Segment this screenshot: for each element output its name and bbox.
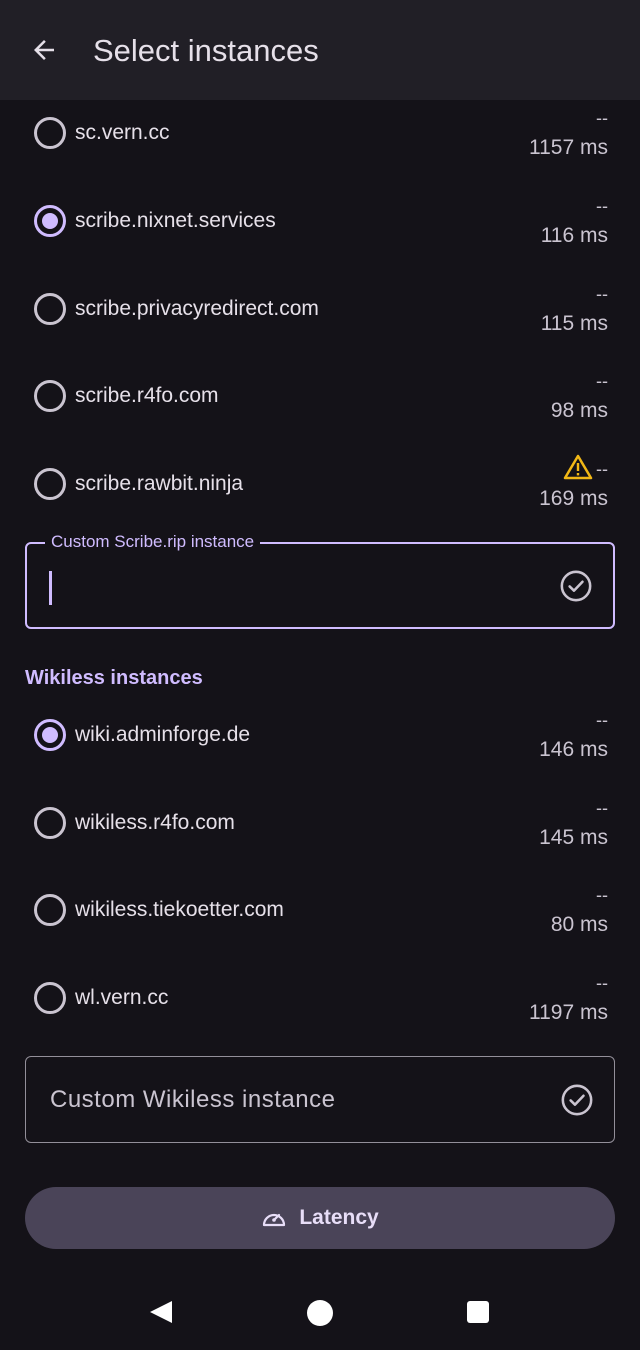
instance-row-scribe-nixnet[interactable]: scribe.nixnet.services -- 116 ms: [0, 188, 640, 276]
instance-list: sc.vern.cc -- 1157 ms scribe.nixnet.serv…: [0, 100, 640, 1270]
custom-wikiless-placeholder: Custom Wikiless instance: [50, 1086, 336, 1113]
check-circle-icon[interactable]: [559, 569, 593, 603]
speedometer-icon: [263, 1213, 286, 1227]
radio-button[interactable]: [34, 894, 66, 926]
latency-value: 145 ms: [539, 826, 608, 849]
instance-row-scribe-privacyredirect[interactable]: scribe.privacyredirect.com -- 115 ms: [0, 276, 640, 364]
custom-wikiless-instance-field[interactable]: Custom Wikiless instance: [25, 1056, 615, 1143]
instance-row-scribe-r4fo[interactable]: scribe.r4fo.com -- 98 ms: [0, 363, 640, 451]
status-text: --: [596, 284, 608, 304]
status-text: --: [596, 798, 608, 818]
latency-value: 115 ms: [540, 312, 608, 335]
radio-button[interactable]: [34, 807, 66, 839]
arrow-back-icon: [34, 40, 54, 60]
radio-button[interactable]: [34, 117, 66, 149]
status-text: --: [596, 108, 608, 128]
latency-value: 80 ms: [550, 913, 608, 936]
status-text: --: [596, 973, 608, 993]
status-text: --: [596, 885, 608, 905]
instance-row-scribe-rawbit[interactable]: scribe.rawbit.ninja -- 169 ms: [0, 451, 640, 539]
instance-row-wiki-adminforge[interactable]: wiki.adminforge.de -- 146 ms: [0, 710, 640, 802]
radio-button[interactable]: [34, 293, 66, 325]
check-circle-icon[interactable]: [560, 1083, 594, 1117]
nav-home-icon[interactable]: [307, 1300, 333, 1326]
nav-back-icon[interactable]: [148, 1299, 174, 1325]
radio-button[interactable]: [34, 468, 66, 500]
latency-value: 116 ms: [540, 224, 608, 247]
warning-icon: [563, 454, 593, 480]
latency-value: 1157 ms: [529, 136, 608, 159]
instance-row-wl-vern-cc[interactable]: wl.vern.cc -- 1197 ms: [0, 973, 640, 1065]
radio-button[interactable]: [34, 380, 66, 412]
instance-name: wikiless.r4fo.com: [75, 811, 235, 834]
page-title: Select instances: [93, 33, 319, 68]
custom-scribe-instance-field[interactable]: Custom Scribe.rip instance: [25, 531, 615, 629]
instance-name: wiki.adminforge.de: [75, 723, 251, 746]
instance-name: wl.vern.cc: [75, 986, 169, 1009]
instance-name: scribe.rawbit.ninja: [75, 472, 244, 495]
latency-value: 98 ms: [550, 399, 608, 422]
instance-name: scribe.nixnet.services: [75, 209, 276, 232]
top-app-bar: Select instances: [0, 0, 640, 100]
back-button[interactable]: [24, 28, 64, 72]
radio-button[interactable]: [34, 982, 66, 1014]
latency-value: 146 ms: [539, 738, 608, 761]
radio-button-selected[interactable]: [34, 205, 66, 237]
instance-row-wikiless-r4fo[interactable]: wikiless.r4fo.com -- 145 ms: [0, 798, 640, 890]
instance-name: scribe.r4fo.com: [75, 384, 219, 407]
status-text: --: [596, 196, 608, 216]
latency-button-label: Latency: [299, 1206, 379, 1229]
status-text: --: [596, 459, 608, 479]
text-cursor: [49, 571, 52, 605]
instance-name: scribe.privacyredirect.com: [75, 297, 319, 320]
radio-button-selected[interactable]: [34, 719, 66, 751]
system-navigation-bar: [0, 1270, 640, 1350]
instance-name: sc.vern.cc: [75, 121, 170, 144]
status-text: --: [596, 710, 608, 730]
nav-recents-icon[interactable]: [467, 1301, 489, 1323]
custom-scribe-field-label: Custom Scribe.rip instance: [45, 531, 261, 553]
latency-button[interactable]: Latency: [25, 1187, 615, 1249]
instance-name: wikiless.tiekoetter.com: [75, 898, 284, 921]
instance-row-sc-vern-cc[interactable]: sc.vern.cc -- 1157 ms: [0, 100, 640, 188]
latency-value: 1197 ms: [529, 1001, 608, 1024]
latency-value: 169 ms: [539, 487, 608, 510]
instance-row-wikiless-tiekoetter[interactable]: wikiless.tiekoetter.com -- 80 ms: [0, 885, 640, 977]
wikiless-section-header: Wikiless instances: [25, 667, 203, 689]
status-text: --: [596, 371, 608, 391]
